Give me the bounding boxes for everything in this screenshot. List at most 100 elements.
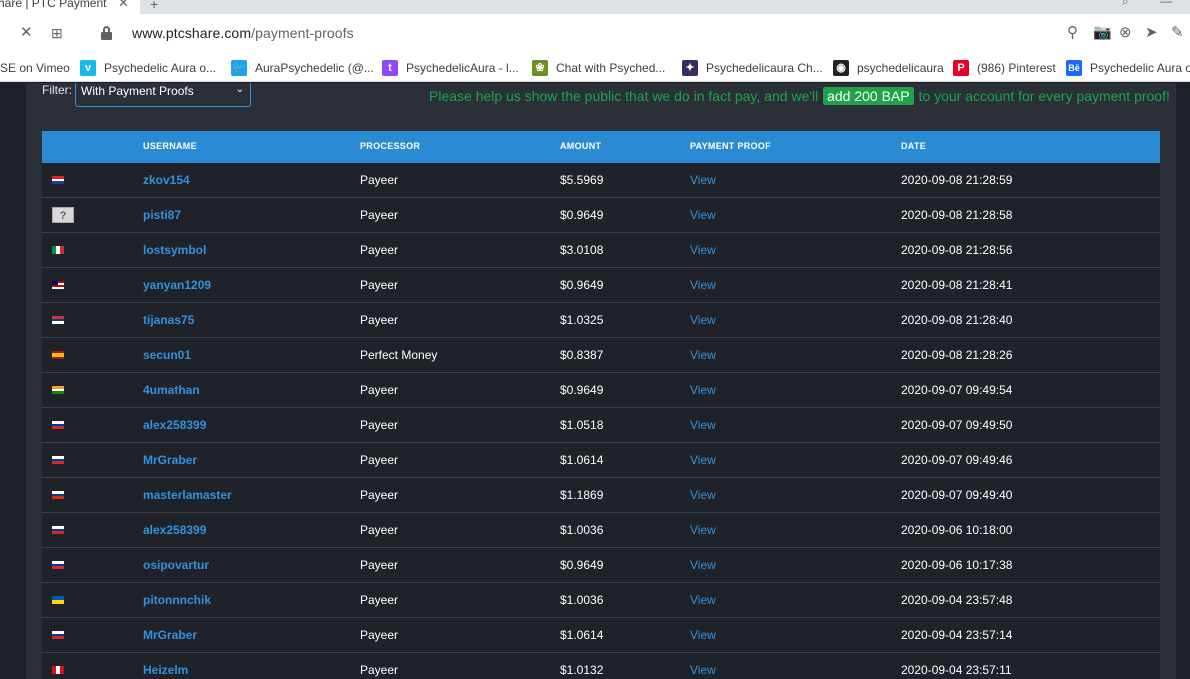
username-link[interactable]: osipovartur: [143, 558, 209, 572]
view-proof-link[interactable]: View: [690, 243, 716, 257]
block-icon[interactable]: ⊗: [1119, 24, 1132, 42]
table-header: USERNAME PROCESSOR AMOUNT PAYMENT PROOF …: [42, 131, 1160, 163]
processor-cell: Payeer: [360, 278, 399, 292]
url-host: www.ptcshare.com: [132, 25, 252, 41]
date-cell: 2020-09-04 23:57:48: [901, 593, 1013, 607]
amount-cell: $0.9649: [560, 383, 604, 397]
flag-ru-icon: [52, 526, 64, 534]
table-row: Heizelm Payeer $1.0132 View 2020-09-04 23:57…: [42, 653, 1160, 679]
flag-ru-icon: [52, 456, 64, 464]
lock-icon[interactable]: [101, 26, 112, 40]
promo-text-before: Please help us show the public that we d…: [429, 88, 819, 104]
username-link[interactable]: alex258399: [143, 418, 206, 432]
flag-ua-icon: [52, 596, 64, 604]
date-cell: 2020-09-08 21:28:56: [901, 243, 1013, 257]
bookmark-label: Psychedelic Aura o...: [104, 61, 217, 75]
view-proof-link[interactable]: View: [690, 593, 716, 607]
column-header-payment-proof: PAYMENT PROOF: [690, 141, 771, 151]
bookmark-item[interactable]: v Psychedelic Aura o...: [80, 60, 216, 76]
edit-icon[interactable]: ✎: [1171, 24, 1184, 42]
view-proof-link[interactable]: View: [690, 173, 716, 187]
date-cell: 2020-09-07 09:49:54: [901, 383, 1013, 397]
address-bar[interactable]: www.ptcshare.com/payment-proofs: [132, 25, 354, 41]
view-proof-link[interactable]: View: [690, 313, 716, 327]
username-link[interactable]: tijanas75: [143, 313, 194, 327]
bookmark-item[interactable]: SE on Vimeo: [0, 60, 70, 76]
username-link[interactable]: zkov154: [143, 173, 190, 187]
username-link[interactable]: lostsymbol: [143, 243, 206, 257]
flag-ru-icon: [52, 491, 64, 499]
date-cell: 2020-09-08 21:28:41: [901, 278, 1013, 292]
bookmark-item[interactable]: P (986) Pinterest: [953, 60, 1056, 76]
date-cell: 2020-09-08 21:28:58: [901, 208, 1013, 222]
new-tab-icon[interactable]: +: [150, 0, 158, 12]
username-link[interactable]: MrGraber: [143, 628, 197, 642]
column-header-processor: PROCESSOR: [360, 141, 421, 151]
bookmark-label: AuraPsychedelic (@...: [255, 61, 374, 75]
table-row: secun01 Perfect Money $0.8387 View 2020-09-0…: [42, 338, 1160, 373]
search-tabs-icon[interactable]: ⌕: [1122, 0, 1129, 9]
view-proof-link[interactable]: View: [690, 628, 716, 642]
bookmark-label: PsychedelicAura - l...: [406, 61, 519, 75]
flag-rs-icon: [52, 316, 64, 324]
processor-cell: Payeer: [360, 628, 399, 642]
amount-cell: $5.5969: [560, 173, 604, 187]
flag-in-icon: [52, 386, 64, 394]
search-icon[interactable]: ⚲: [1067, 24, 1078, 42]
column-header-username: USERNAME: [143, 141, 197, 151]
tab-close-icon[interactable]: ✕: [118, 0, 129, 11]
close-icon[interactable]: ✕: [20, 24, 33, 42]
view-proof-link[interactable]: View: [690, 523, 716, 537]
tab-grid-icon[interactable]: ⊞: [51, 24, 63, 42]
username-link[interactable]: Heizelm: [143, 663, 188, 677]
bookmark-label: (986) Pinterest: [977, 61, 1056, 75]
amount-cell: $1.0036: [560, 523, 604, 537]
bookmark-item[interactable]: ❀ Chat with Psyched...: [532, 60, 665, 76]
pinterest-icon: P: [953, 60, 969, 76]
date-cell: 2020-09-06 10:17:38: [901, 558, 1013, 572]
camera-icon[interactable]: 📷: [1093, 24, 1112, 42]
amount-cell: $1.0036: [560, 593, 604, 607]
processor-cell: Payeer: [360, 313, 399, 327]
view-proof-link[interactable]: View: [690, 663, 716, 677]
view-proof-link[interactable]: View: [690, 488, 716, 502]
processor-cell: Payeer: [360, 663, 399, 677]
username-link[interactable]: pitonnnchik: [143, 593, 211, 607]
username-link[interactable]: 4umathan: [143, 383, 200, 397]
send-icon[interactable]: ➤: [1145, 24, 1158, 42]
username-link[interactable]: alex258399: [143, 523, 206, 537]
view-proof-link[interactable]: View: [690, 348, 716, 362]
bookmark-item[interactable]: t PsychedelicAura - l...: [382, 60, 519, 76]
processor-cell: Payeer: [360, 418, 399, 432]
amount-cell: $1.0132: [560, 663, 604, 677]
bookmark-item[interactable]: 🐦 AuraPsychedelic (@...: [231, 60, 374, 76]
bookmark-item[interactable]: ✦ Psychedelicaura Ch...: [682, 60, 823, 76]
flag-ru-icon: [52, 631, 64, 639]
username-link[interactable]: secun01: [143, 348, 191, 362]
bookmarks-bar: SE on Vimeo v Psychedelic Aura o... 🐦 Aura…: [0, 52, 1190, 82]
date-cell: 2020-09-04 23:57:11: [901, 663, 1012, 677]
username-link[interactable]: pisti87: [143, 208, 181, 222]
view-proof-link[interactable]: View: [690, 278, 716, 292]
view-proof-link[interactable]: View: [690, 383, 716, 397]
bookmark-label: Psychedelic Aura o: [1090, 61, 1190, 75]
minimize-icon[interactable]: —: [1160, 0, 1172, 8]
table-row: tijanas75 Payeer $1.0325 View 2020-09-08 21:…: [42, 303, 1160, 338]
username-link[interactable]: MrGraber: [143, 453, 197, 467]
bookmark-label: Psychedelicaura Ch...: [706, 61, 823, 75]
view-proof-link[interactable]: View: [690, 418, 716, 432]
date-cell: 2020-09-08 21:28:40: [901, 313, 1013, 327]
processor-cell: Payeer: [360, 383, 399, 397]
table-row: lostsymbol Payeer $3.0108 View 2020-09-08 21…: [42, 233, 1160, 268]
username-link[interactable]: masterlamaster: [143, 488, 232, 502]
bookmark-item[interactable]: ◉ psychedelicaura: [833, 60, 944, 76]
bookmark-item[interactable]: Bē Psychedelic Aura o: [1066, 60, 1190, 76]
view-proof-link[interactable]: View: [690, 558, 716, 572]
filter-select[interactable]: With Payment Proofs ⌄: [75, 83, 251, 107]
processor-cell: Payeer: [360, 243, 399, 257]
view-proof-link[interactable]: View: [690, 453, 716, 467]
active-tab[interactable]: hare | PTC Payment Pr ✕: [0, 0, 140, 14]
username-link[interactable]: yanyan1209: [143, 278, 211, 292]
view-proof-link[interactable]: View: [690, 208, 716, 222]
flag-it-icon: [52, 246, 64, 254]
